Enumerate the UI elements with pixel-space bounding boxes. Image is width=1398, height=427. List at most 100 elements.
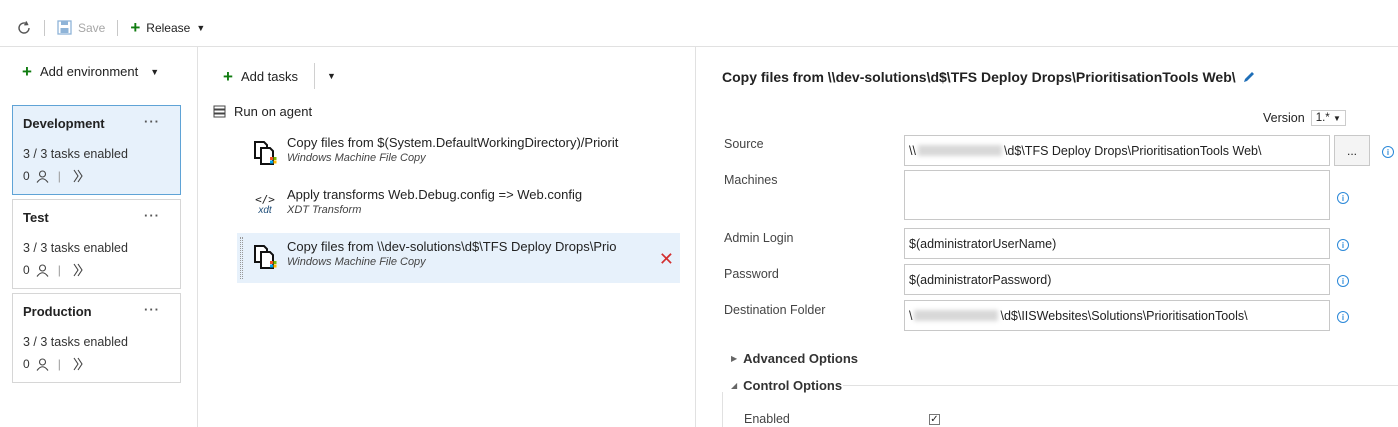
admin-login-label: Admin Login [724, 231, 794, 245]
dest-suffix: \d$\IISWebsites\Solutions\Prioritisation… [1000, 308, 1248, 323]
more-options-icon[interactable]: ··· [144, 208, 160, 223]
plus-icon: + [22, 62, 32, 81]
destination-folder-label: Destination Folder [724, 303, 826, 317]
add-tasks-button[interactable]: + Add tasks [223, 68, 298, 85]
approvals-count: 0 [23, 169, 30, 183]
info-icon[interactable]: i [1337, 275, 1349, 287]
delete-task-icon[interactable]: ✕ [659, 249, 674, 270]
refresh-button[interactable] [16, 20, 32, 36]
xdt-transform-icon: </> xdt [255, 193, 275, 216]
task-detail-title-text: Copy files from \\dev-solutions\d$\TFS D… [722, 69, 1236, 85]
user-icon [36, 263, 49, 277]
chevron-down-icon: ◢ [731, 381, 738, 390]
task-item[interactable]: Copy files from $(System.DefaultWorkingD… [237, 129, 680, 179]
server-icon [213, 105, 226, 118]
machines-textarea[interactable] [904, 170, 1330, 220]
refresh-icon [18, 20, 30, 34]
advanced-options-toggle[interactable]: ▶ Advanced Options [731, 351, 858, 366]
drag-handle[interactable] [240, 237, 243, 279]
release-button[interactable]: + Release ▼ [130, 19, 205, 36]
version-selector: Version 1.* ▼ [1263, 110, 1346, 126]
add-tasks-dropdown[interactable]: ▼ [327, 71, 336, 81]
chevron-right-icon: ▶ [731, 354, 738, 363]
info-icon[interactable]: i [1337, 311, 1349, 323]
approvals-count: 0 [23, 357, 30, 371]
more-options-icon[interactable]: ··· [144, 302, 160, 317]
file-copy-icon [247, 135, 283, 171]
task-title: Apply transforms Web.Debug.config => Web… [287, 187, 583, 202]
password-label: Password [724, 267, 779, 281]
environment-meta: 0 | [23, 263, 170, 277]
task-item-selected[interactable]: Copy files from \\dev-solutions\d$\TFS D… [237, 233, 680, 283]
deployment-condition-icon [73, 263, 83, 277]
control-options-label: Control Options [743, 378, 843, 393]
release-label: Release [146, 20, 191, 35]
add-environment-label: Add environment [39, 64, 139, 79]
task-text: Copy files from $(System.DefaultWorkingD… [287, 135, 647, 164]
environment-meta: 0 | [23, 357, 170, 371]
environment-card-production[interactable]: Production ··· 3 / 3 tasks enabled 0 | [12, 293, 181, 383]
plus-icon: + [223, 66, 233, 86]
run-on-agent-phase[interactable]: Run on agent [213, 104, 312, 119]
environment-tasks-enabled: 3 / 3 tasks enabled [23, 147, 128, 161]
source-input[interactable]: \\ \d$\TFS Deploy Drops\PrioritisationTo… [904, 135, 1330, 166]
user-icon [36, 357, 49, 371]
save-label: Save [78, 20, 106, 35]
source-suffix: \d$\TFS Deploy Drops\PrioritisationTools… [1003, 143, 1262, 158]
machines-label: Machines [724, 173, 778, 187]
meta-separator: | [57, 169, 61, 183]
info-icon[interactable]: i [1337, 239, 1349, 251]
user-icon [36, 169, 49, 183]
source-label: Source [724, 137, 764, 151]
more-options-icon[interactable]: ··· [144, 114, 160, 129]
save-button[interactable]: Save [57, 20, 105, 35]
add-tasks-separator [314, 63, 316, 89]
redacted-hostname [914, 310, 999, 321]
task-text: Copy files from \\dev-solutions\d$\TFS D… [287, 239, 647, 268]
plus-icon: + [130, 18, 141, 37]
task-item[interactable]: </> xdt Apply transforms Web.Debug.confi… [237, 181, 680, 231]
version-select[interactable]: 1.* ▼ [1310, 110, 1346, 126]
environment-meta: 0 | [23, 169, 170, 183]
toolbar-separator [117, 19, 119, 36]
xdt-icon-text: xdt [258, 205, 272, 216]
info-icon[interactable]: i [1382, 146, 1394, 158]
run-on-agent-label: Run on agent [234, 104, 313, 119]
toolbar: Save + Release ▼ [0, 9, 1398, 47]
meta-separator: | [57, 357, 61, 371]
add-tasks-bar: + Add tasks ▼ [223, 63, 336, 89]
section-left-border [722, 392, 723, 427]
task-text: Apply transforms Web.Debug.config => Web… [287, 187, 647, 216]
version-value: 1.* [1315, 112, 1330, 124]
task-subtitle: XDT Transform [287, 204, 362, 216]
redacted-hostname [917, 145, 1002, 156]
source-prefix: \\ [909, 143, 916, 158]
add-environment-button[interactable]: + Add environment ▼ [22, 63, 159, 80]
enabled-label: Enabled [744, 412, 790, 426]
task-detail-title: Copy files from \\dev-solutions\d$\TFS D… [722, 69, 1256, 85]
environments-panel: + Add environment ▼ Development ··· 3 / … [0, 47, 198, 427]
info-icon[interactable]: i [1337, 192, 1349, 204]
task-detail-panel: Copy files from \\dev-solutions\d$\TFS D… [697, 47, 1398, 427]
tasks-panel: + Add tasks ▼ Run on agent Copy files fr… [199, 47, 696, 427]
destination-folder-input[interactable]: \ \d$\IISWebsites\Solutions\Prioritisati… [904, 300, 1330, 331]
edit-pencil-icon[interactable] [1242, 70, 1256, 84]
caret-down-icon: ▼ [1332, 114, 1341, 123]
environment-card-test[interactable]: Test ··· 3 / 3 tasks enabled 0 | [12, 199, 181, 289]
browse-button[interactable]: ... [1334, 135, 1370, 166]
meta-separator: | [57, 263, 61, 277]
toolbar-separator [44, 19, 45, 36]
control-options-toggle[interactable]: ◢ Control Options [731, 378, 842, 393]
environment-card-development[interactable]: Development ··· 3 / 3 tasks enabled 0 | [12, 105, 181, 195]
environment-tasks-enabled: 3 / 3 tasks enabled [23, 241, 128, 255]
admin-login-input[interactable]: $(administratorUserName) [904, 228, 1330, 259]
file-copy-icon [247, 239, 283, 275]
task-subtitle: Windows Machine File Copy [287, 152, 426, 164]
dest-prefix: \ [909, 308, 913, 323]
enabled-checkbox[interactable]: ✓ [929, 414, 940, 425]
password-input[interactable]: $(administratorPassword) [904, 264, 1330, 295]
caret-down-icon: ▼ [150, 66, 160, 77]
caret-down-icon: ▼ [196, 22, 206, 33]
save-icon [57, 20, 72, 35]
version-label: Version [1263, 111, 1305, 125]
